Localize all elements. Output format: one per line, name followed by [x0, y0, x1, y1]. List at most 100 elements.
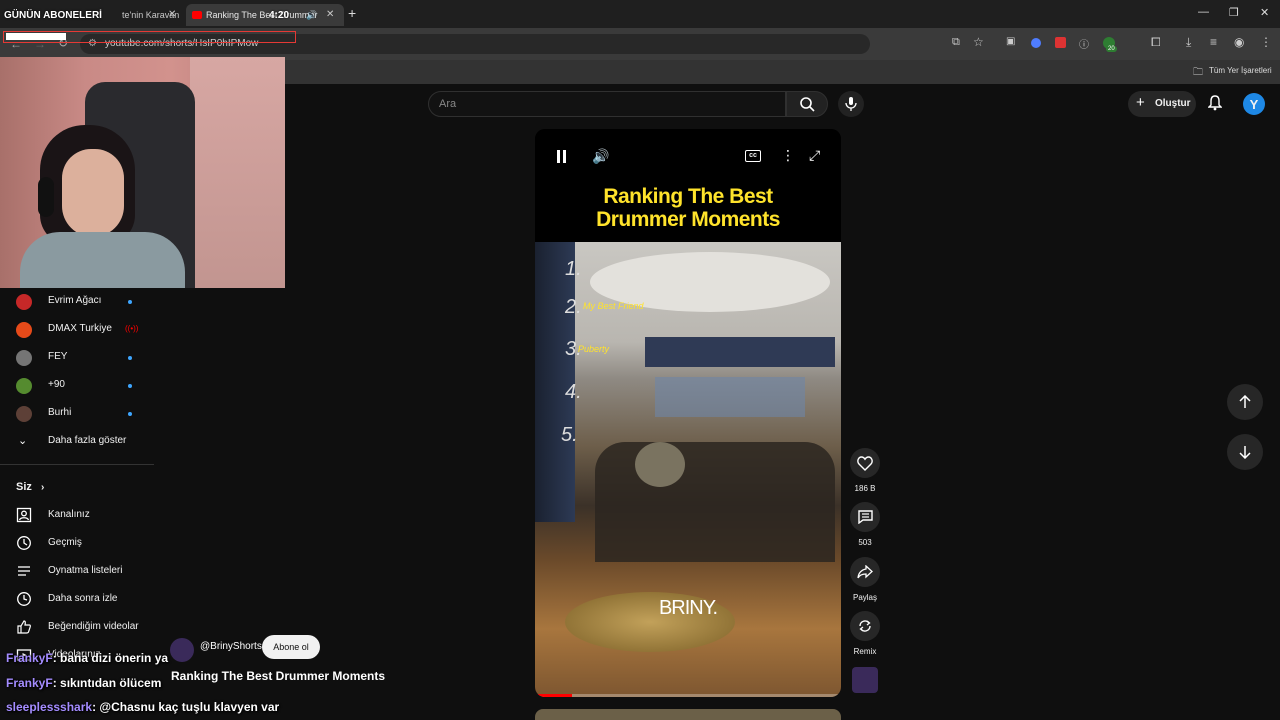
chat-username: FrankyF	[6, 651, 53, 665]
chat-text: : @Chasnu kaç tuşlu klavyen var	[92, 700, 280, 714]
sidebar-item-your-channel[interactable]: Kanalınız	[0, 501, 180, 529]
headphones	[38, 177, 54, 217]
previous-short-button[interactable]	[1227, 384, 1263, 420]
playlist-icon	[18, 566, 30, 576]
band-students	[595, 442, 835, 562]
channel-avatar	[16, 322, 32, 338]
subscribe-button[interactable]: Abone ol	[262, 635, 320, 659]
account-avatar[interactable]: Y	[1243, 93, 1265, 115]
arrow-down-icon	[1239, 446, 1251, 459]
sidebar-item-label: Beğendiğim videolar	[48, 621, 139, 632]
channel-avatar	[16, 406, 32, 422]
sidebar-item-dmax-turkiye[interactable]: DMAX Turkiye ((•))	[0, 316, 150, 344]
sidebar-item-label: Evrim Ağacı	[48, 295, 102, 306]
video-frame: 1. 2. My Best Friend 3. Puberty 4. 5. BR…	[535, 242, 841, 697]
rank-name: My Best Friend	[583, 301, 644, 311]
bookmark-star-icon[interactable]: ☆	[973, 35, 984, 49]
pause-button[interactable]	[557, 150, 567, 163]
chat-message: FrankyF: sıkıntıdan ölücem	[6, 676, 161, 690]
show-more-button[interactable]: ⌄ Daha fazla göster	[0, 428, 150, 456]
extension-icon[interactable]: ▣	[1006, 36, 1015, 47]
download-icon[interactable]: ⤓	[1186, 35, 1191, 50]
sidebar-item-history[interactable]: Geçmiş	[0, 529, 180, 557]
chat-username: FrankyF	[6, 676, 53, 690]
sidebar-item-burhi[interactable]: Burhi	[0, 400, 150, 428]
close-icon[interactable]: ✕	[326, 4, 334, 26]
extension-icon[interactable]	[1031, 38, 1041, 48]
search-icon	[800, 97, 815, 112]
sidebar-item-label: FEY	[48, 351, 68, 362]
pause-icon	[557, 150, 560, 163]
extensions-puzzle-icon[interactable]: ⧠	[1151, 35, 1161, 50]
progress-bar[interactable]	[535, 694, 841, 697]
sidebar-item-fey[interactable]: FEY	[0, 344, 150, 372]
volume-button[interactable]: 🔊	[592, 148, 609, 165]
channel-avatar[interactable]	[170, 638, 194, 662]
subscriptions-list: Evrim Ağacı DMAX Turkiye ((•)) FEY +90 B…	[0, 288, 160, 488]
search-button[interactable]	[786, 91, 828, 117]
close-icon[interactable]: ✕	[168, 9, 176, 20]
media-control-icon[interactable]: ≡	[1210, 35, 1217, 49]
windows	[645, 337, 835, 367]
menu-kebab-icon[interactable]: ⋮	[1260, 35, 1272, 49]
short-title[interactable]: Ranking The Best Drummer Moments	[171, 669, 385, 683]
heart-icon	[857, 455, 873, 471]
microphone-icon	[845, 97, 857, 111]
chevron-right-icon: ›	[40, 482, 45, 493]
sidebar-item-plus90[interactable]: +90	[0, 372, 150, 400]
extension-icon[interactable]	[1055, 37, 1066, 48]
captions-button[interactable]: cc	[745, 150, 761, 162]
shorts-player[interactable]: Ranking The Best Drummer Moments 1. 2. M…	[535, 129, 841, 697]
comments-button[interactable]: 503	[848, 502, 882, 547]
next-short-preview[interactable]	[535, 709, 841, 720]
chat-message: sleeplessshark: @Chasnu kaç tuşlu klavye…	[6, 700, 279, 714]
fullscreen-button[interactable]: ⤢	[809, 147, 820, 164]
all-bookmarks-link[interactable]: Tüm Yer İşaretleri	[1209, 66, 1272, 75]
search-input[interactable]: Ara	[428, 91, 786, 117]
next-short-button[interactable]	[1227, 434, 1263, 470]
new-tab-icon[interactable]: +	[348, 5, 356, 21]
sidebar-item-playlists[interactable]: Oynatma listeleri	[0, 557, 180, 585]
subscriber-box	[3, 31, 296, 43]
remix-button[interactable]: Remix	[848, 611, 882, 656]
sidebar-item-label: +90	[48, 379, 65, 390]
extension-icon[interactable]: ⓘ	[1079, 36, 1089, 51]
show-more-label: Daha fazla göster	[48, 435, 127, 446]
sidebar-item-liked-videos[interactable]: Beğendiğim videolar	[0, 613, 180, 641]
rank-label: 4.	[565, 381, 582, 403]
channel-icon	[16, 507, 32, 523]
sidebar-item-watch-later[interactable]: Daha sonra izle	[0, 585, 180, 613]
browser-tab-strip: te'nin Karavan T ✕ Ranking The Best Drum…	[0, 0, 1280, 28]
chat-text: : bana dizi önerin ya	[52, 651, 169, 665]
minimize-icon[interactable]: —	[1198, 6, 1209, 18]
notifications-button[interactable]	[1205, 93, 1225, 113]
you-section-header[interactable]: Siz ›	[16, 481, 44, 493]
tab-ranking[interactable]: Ranking The Best Drummer 🔊 ✕	[186, 4, 344, 26]
maximize-icon[interactable]: ❐	[1229, 6, 1239, 19]
sidebar-item-evrim-agaci[interactable]: Evrim Ağacı	[0, 288, 150, 316]
window-close-icon[interactable]: ✕	[1260, 6, 1269, 19]
profile-icon[interactable]: ◉	[1234, 35, 1244, 49]
watch-later-icon	[17, 592, 31, 606]
channel-avatar	[16, 350, 32, 366]
extension-badge: 20	[1106, 46, 1117, 52]
like-button[interactable]: 186 B	[848, 448, 882, 493]
install-app-icon[interactable]: ⧉	[952, 36, 960, 49]
plus-icon: +	[1136, 94, 1145, 111]
banner	[655, 377, 805, 417]
channel-name[interactable]: @BrinyShorts	[200, 641, 262, 652]
more-options-button[interactable]: ⋮	[781, 147, 795, 164]
sound-thumbnail[interactable]	[852, 667, 878, 693]
sidebar-item-label: Kanalınız	[48, 509, 90, 520]
progress-fill	[535, 694, 572, 697]
divider	[0, 464, 154, 465]
create-button[interactable]: + Oluştur	[1128, 91, 1196, 117]
audio-playing-icon[interactable]: 🔊	[306, 4, 317, 26]
rank-label: 2.	[565, 296, 582, 318]
you-section-label: Siz	[16, 481, 32, 493]
folder-icon: 🗀	[1193, 67, 1203, 78]
voice-search-button[interactable]	[838, 91, 864, 117]
sidebar-item-label: Oynatma listeleri	[48, 565, 123, 576]
share-button[interactable]: Paylaş	[848, 557, 882, 602]
face	[62, 149, 124, 237]
